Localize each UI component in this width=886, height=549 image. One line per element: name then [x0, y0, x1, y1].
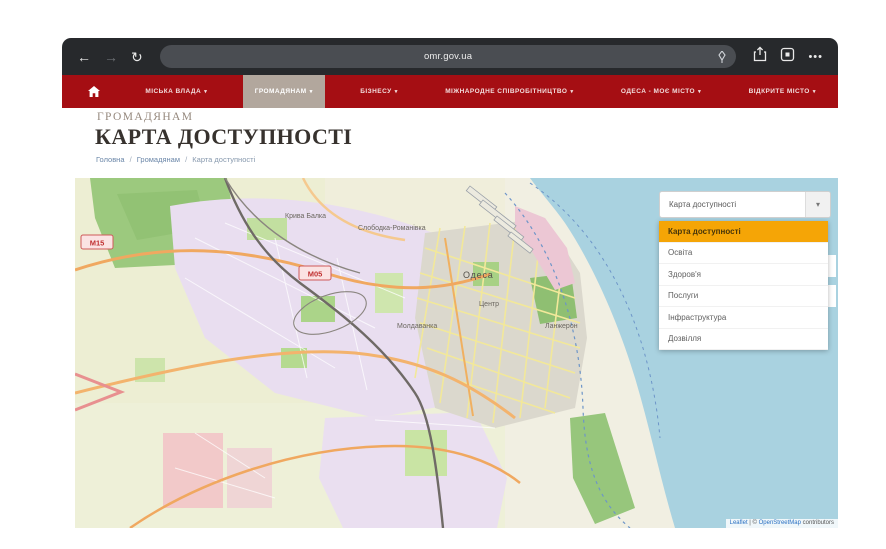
more-menu-icon[interactable]: ••• — [808, 51, 823, 63]
breadcrumb-section-link[interactable]: Громадянам — [137, 155, 180, 164]
attribution-separator: | © — [748, 520, 759, 526]
forward-icon[interactable]: → — [104, 50, 118, 64]
page-title: КАРТА ДОСТУПНОСТІ — [95, 124, 352, 150]
voice-search-icon[interactable] — [717, 51, 727, 63]
chevron-down-icon: ▾ — [813, 89, 816, 95]
nav-item-mizhnarodne[interactable]: МІЖНАРОДНЕ СПІВРОБІТНИЦТВО ▾ — [433, 75, 585, 108]
nav-item-label: ВІДКРИТЕ МІСТО — [749, 88, 810, 95]
map-attribution: Leaflet | © OpenStreetMap contributors — [726, 519, 838, 528]
nav-item-label: ОДЕСА - МОЄ МІСТО — [621, 88, 695, 95]
address-bar[interactable]: omr.gov.ua — [160, 45, 737, 68]
nav-item-label: ГРОМАДЯНАМ — [255, 88, 307, 95]
map-label-lanzheron: Ланжерон — [545, 323, 578, 330]
svg-text:М05: М05 — [308, 270, 323, 279]
option-zdorovia[interactable]: Здоров'я — [659, 264, 828, 286]
category-select[interactable]: Карта доступності ▾ — [659, 191, 831, 218]
home-icon[interactable] — [78, 75, 110, 108]
map-label-slobodka: Слободка-Романівка — [358, 224, 426, 232]
back-icon[interactable]: ← — [77, 50, 91, 64]
chevron-down-icon: ▾ — [395, 89, 398, 95]
url-text: omr.gov.ua — [424, 51, 472, 62]
road-shield-m15: М15 — [81, 235, 113, 249]
breadcrumb-separator: / — [185, 155, 187, 164]
chevron-down-icon: ▾ — [204, 89, 207, 95]
reload-icon[interactable]: ↻ — [131, 50, 143, 64]
breadcrumb-separator: / — [130, 155, 132, 164]
option-osvita[interactable]: Освіта — [659, 243, 828, 265]
chevron-down-icon[interactable]: ▾ — [805, 192, 830, 217]
option-dozvillia[interactable]: Дозвілля — [659, 329, 828, 351]
share-icon[interactable] — [753, 46, 767, 67]
nav-item-miska-vlada[interactable]: МІСЬКА ВЛАДА ▾ — [133, 75, 219, 108]
nav-item-label: БІЗНЕСУ — [360, 88, 391, 95]
option-posluhy[interactable]: Послуги — [659, 286, 828, 308]
breadcrumb: Головна / Громадянам / Карта доступності — [96, 155, 255, 164]
option-infrastruktura[interactable]: Інфраструктура — [659, 307, 828, 329]
chevron-down-icon: ▾ — [698, 89, 701, 95]
chevron-down-icon: ▾ — [570, 89, 573, 95]
site-navbar: МІСЬКА ВЛАДА ▾ ГРОМАДЯНАМ ▾ БІЗНЕСУ ▾ МІ… — [62, 75, 838, 108]
nav-item-label: МІСЬКА ВЛАДА — [145, 88, 201, 95]
category-select-value: Карта доступності — [660, 200, 805, 209]
chevron-down-icon: ▾ — [310, 89, 313, 95]
nav-item-hromadianam[interactable]: ГРОМАДЯНАМ ▾ — [243, 75, 325, 108]
tabs-icon[interactable] — [780, 47, 795, 67]
nav-item-vidkryte-misto[interactable]: ВІДКРИТЕ МІСТО ▾ — [737, 75, 828, 108]
nav-item-label: МІЖНАРОДНЕ СПІВРОБІТНИЦТВО — [445, 88, 567, 95]
nav-item-odesa-moe-misto[interactable]: ОДЕСА - МОЄ МІСТО ▾ — [609, 75, 713, 108]
road-shield-m05: М05 — [299, 266, 331, 280]
svg-text:М15: М15 — [90, 239, 105, 248]
browser-window: ← → ↻ omr.gov.ua ••• — [62, 38, 838, 108]
breadcrumb-home-link[interactable]: Головна — [96, 155, 125, 164]
section-label: ГРОМАДЯНАМ — [97, 111, 193, 123]
category-dropdown-list: Карта доступності Освіта Здоров'я Послуг… — [659, 221, 828, 350]
map-label-moldavanka: Молдаванка — [397, 323, 437, 330]
browser-toolbar: ← → ↻ omr.gov.ua ••• — [62, 38, 838, 75]
attribution-suffix: contributors — [801, 520, 834, 526]
map-label-odesa: Одеса — [463, 270, 494, 280]
breadcrumb-current: Карта доступності — [192, 155, 255, 164]
leaflet-link[interactable]: Leaflet — [730, 520, 748, 526]
nav-item-biznesu[interactable]: БІЗНЕСУ ▾ — [348, 75, 410, 108]
option-karta-dostupnosti[interactable]: Карта доступності — [659, 221, 828, 243]
map-label-kryva-balka: Крива Балка — [285, 213, 326, 220]
map-label-centr: Центр — [479, 301, 499, 308]
osm-link[interactable]: OpenStreetMap — [759, 520, 801, 526]
accessibility-map[interactable]: М15 М05 Крива Балка Слободка-Романівка М… — [75, 178, 838, 528]
